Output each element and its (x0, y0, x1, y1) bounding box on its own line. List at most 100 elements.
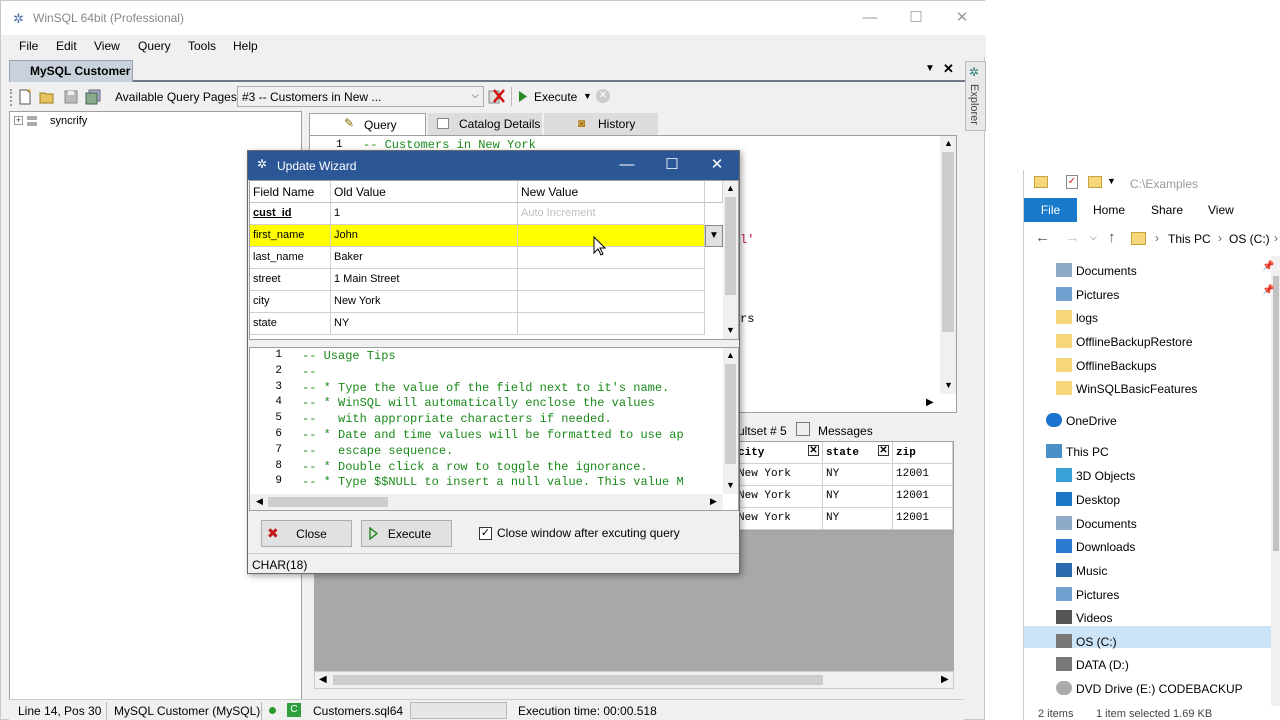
up-arrow-icon[interactable]: ↑ (1108, 229, 1116, 246)
open-folder-icon[interactable] (39, 89, 55, 105)
grid-cell[interactable]: 12001 (893, 508, 953, 530)
grid-cell[interactable]: New York (735, 508, 823, 530)
execute-play-icon[interactable] (518, 90, 528, 103)
grid-cell[interactable]: New York (735, 486, 823, 508)
menu-view[interactable]: View (94, 39, 120, 53)
scroll-down-icon[interactable]: ▼ (944, 380, 953, 390)
scroll-up-icon[interactable]: ▲ (726, 350, 735, 360)
new-file-icon[interactable] (17, 89, 33, 105)
tab-query[interactable]: ✎ Query (309, 113, 426, 135)
grid-cell[interactable]: 12001 (893, 486, 953, 508)
field-row[interactable]: city New York (250, 291, 705, 313)
delete-page-icon[interactable] (488, 88, 506, 105)
menu-tools[interactable]: Tools (188, 39, 216, 53)
scroll-thumb[interactable] (725, 364, 736, 464)
new-value[interactable] (518, 247, 705, 269)
result-horizontal-scrollbar[interactable]: ◀ ▶ (314, 671, 954, 689)
minimize-button[interactable]: — (847, 1, 893, 35)
tree-node-syncrify[interactable]: syncrify (50, 115, 87, 127)
save-icon[interactable] (63, 89, 79, 105)
doc-tab-mysql-customer[interactable]: MySQL Customer (9, 60, 133, 82)
breadcrumb-os-c[interactable]: OS (C:) (1229, 232, 1270, 246)
tips-horizontal-scrollbar[interactable]: ◀ ▶ (250, 494, 723, 510)
field-grid-scrollbar[interactable]: ▲ ▼ (723, 181, 738, 339)
query-page-select[interactable]: #3 -- Customers in New ... ⌵ (237, 86, 484, 107)
qat-dropdown-icon[interactable]: ▼ (1107, 176, 1116, 186)
new-folder-icon[interactable] (1088, 176, 1102, 188)
new-value[interactable] (518, 291, 705, 313)
tab-history[interactable]: ◙ History (544, 113, 658, 135)
pin-icon[interactable]: 📌 (1262, 285, 1274, 296)
scroll-left-icon[interactable]: ◀ (256, 496, 263, 507)
field-row[interactable]: state NY (250, 313, 705, 335)
maximize-button[interactable]: ☐ (893, 1, 939, 35)
recent-dropdown-icon[interactable]: ⌵ (1090, 232, 1097, 243)
scroll-thumb[interactable] (942, 152, 954, 332)
field-row-selected[interactable]: first_name John (250, 225, 705, 247)
scroll-right-icon[interactable]: ▶ (710, 496, 717, 507)
grid-cell[interactable]: NY (823, 464, 893, 486)
header-field-name[interactable]: Field Name (250, 181, 331, 203)
new-value-dropdown-icon[interactable]: ▼ (705, 225, 723, 247)
scroll-up-icon[interactable]: ▲ (944, 138, 953, 148)
ribbon-share-tab[interactable]: Share (1151, 203, 1183, 217)
execute-button[interactable]: Execute (534, 90, 577, 104)
scroll-down-icon[interactable]: ▼ (726, 325, 735, 335)
close-after-execute-checkbox[interactable]: ✓ (479, 527, 492, 540)
menu-edit[interactable]: Edit (56, 39, 77, 53)
menu-query[interactable]: Query (138, 39, 171, 53)
scroll-down-icon[interactable]: ▼ (726, 480, 735, 490)
scroll-right-icon[interactable]: ▶ (941, 674, 949, 685)
properties-icon[interactable]: ✓ (1066, 175, 1078, 189)
wizard-execute-button[interactable]: Execute (361, 520, 452, 547)
field-row[interactable]: street 1 Main Street (250, 269, 705, 291)
back-arrow-icon[interactable]: ← (1035, 229, 1050, 246)
close-doc-icon[interactable]: ✕ (943, 61, 954, 77)
grid-cell[interactable]: NY (823, 508, 893, 530)
scroll-thumb[interactable] (333, 675, 823, 685)
filter-icon[interactable]: ✕ (878, 445, 889, 456)
tips-vertical-scrollbar[interactable]: ▲ ▼ (723, 348, 738, 494)
new-value[interactable] (518, 225, 705, 247)
wizard-minimize-button[interactable]: — (604, 151, 650, 180)
new-value[interactable]: Auto Increment (518, 203, 705, 225)
new-value[interactable] (518, 269, 705, 291)
field-row[interactable]: cust_id 1 Auto Increment (250, 203, 705, 225)
stop-icon[interactable]: ✕ (596, 89, 610, 103)
header-new-value[interactable]: New Value (518, 181, 705, 203)
grid-cell[interactable]: 12001 (893, 464, 953, 486)
menu-file[interactable]: File (19, 39, 38, 53)
breadcrumb-this-pc[interactable]: This PC (1168, 232, 1211, 246)
expand-toggle-icon[interactable]: + (14, 116, 23, 125)
header-old-value[interactable]: Old Value (331, 181, 518, 203)
scroll-thumb[interactable] (268, 497, 388, 507)
wizard-close-action-button[interactable]: ✖ Close (261, 520, 352, 547)
ribbon-home-tab[interactable]: Home (1093, 203, 1125, 217)
scroll-right-icon[interactable]: ▶ (926, 397, 934, 408)
close-button[interactable]: ✕ (939, 1, 985, 35)
scroll-thumb[interactable] (1273, 276, 1279, 551)
tab-resultset-5[interactable]: ultset # 5 (738, 424, 787, 438)
close-after-execute-label[interactable]: Close window after excuting query (497, 526, 680, 540)
wizard-close-button[interactable]: ✕ (694, 151, 740, 180)
scroll-thumb[interactable] (725, 197, 736, 295)
scroll-left-icon[interactable]: ◀ (319, 674, 327, 685)
grid-header-zip[interactable]: zip (893, 442, 953, 464)
tab-catalog-details[interactable]: Catalog Details (428, 113, 542, 135)
filter-icon[interactable]: ✕ (808, 445, 819, 456)
grid-cell[interactable]: NY (823, 486, 893, 508)
field-row[interactable]: last_name Baker (250, 247, 705, 269)
grid-header-city[interactable]: city ✕ (735, 442, 823, 464)
new-value[interactable] (518, 313, 705, 335)
save-all-icon[interactable] (85, 89, 101, 105)
quick-access-folder-icon[interactable] (1034, 176, 1048, 188)
ribbon-view-tab[interactable]: View (1208, 203, 1234, 217)
grid-header-state[interactable]: state ✕ (823, 442, 893, 464)
editor-vertical-scrollbar[interactable]: ▲ ▼ (940, 136, 956, 394)
tab-messages[interactable]: Messages (818, 424, 873, 438)
grid-cell[interactable]: New York (735, 464, 823, 486)
tab-dropdown-icon[interactable]: ▼ (925, 63, 935, 74)
menu-help[interactable]: Help (233, 39, 258, 53)
scroll-up-icon[interactable]: ▲ (726, 183, 735, 193)
wizard-maximize-button[interactable]: ☐ (649, 151, 695, 180)
